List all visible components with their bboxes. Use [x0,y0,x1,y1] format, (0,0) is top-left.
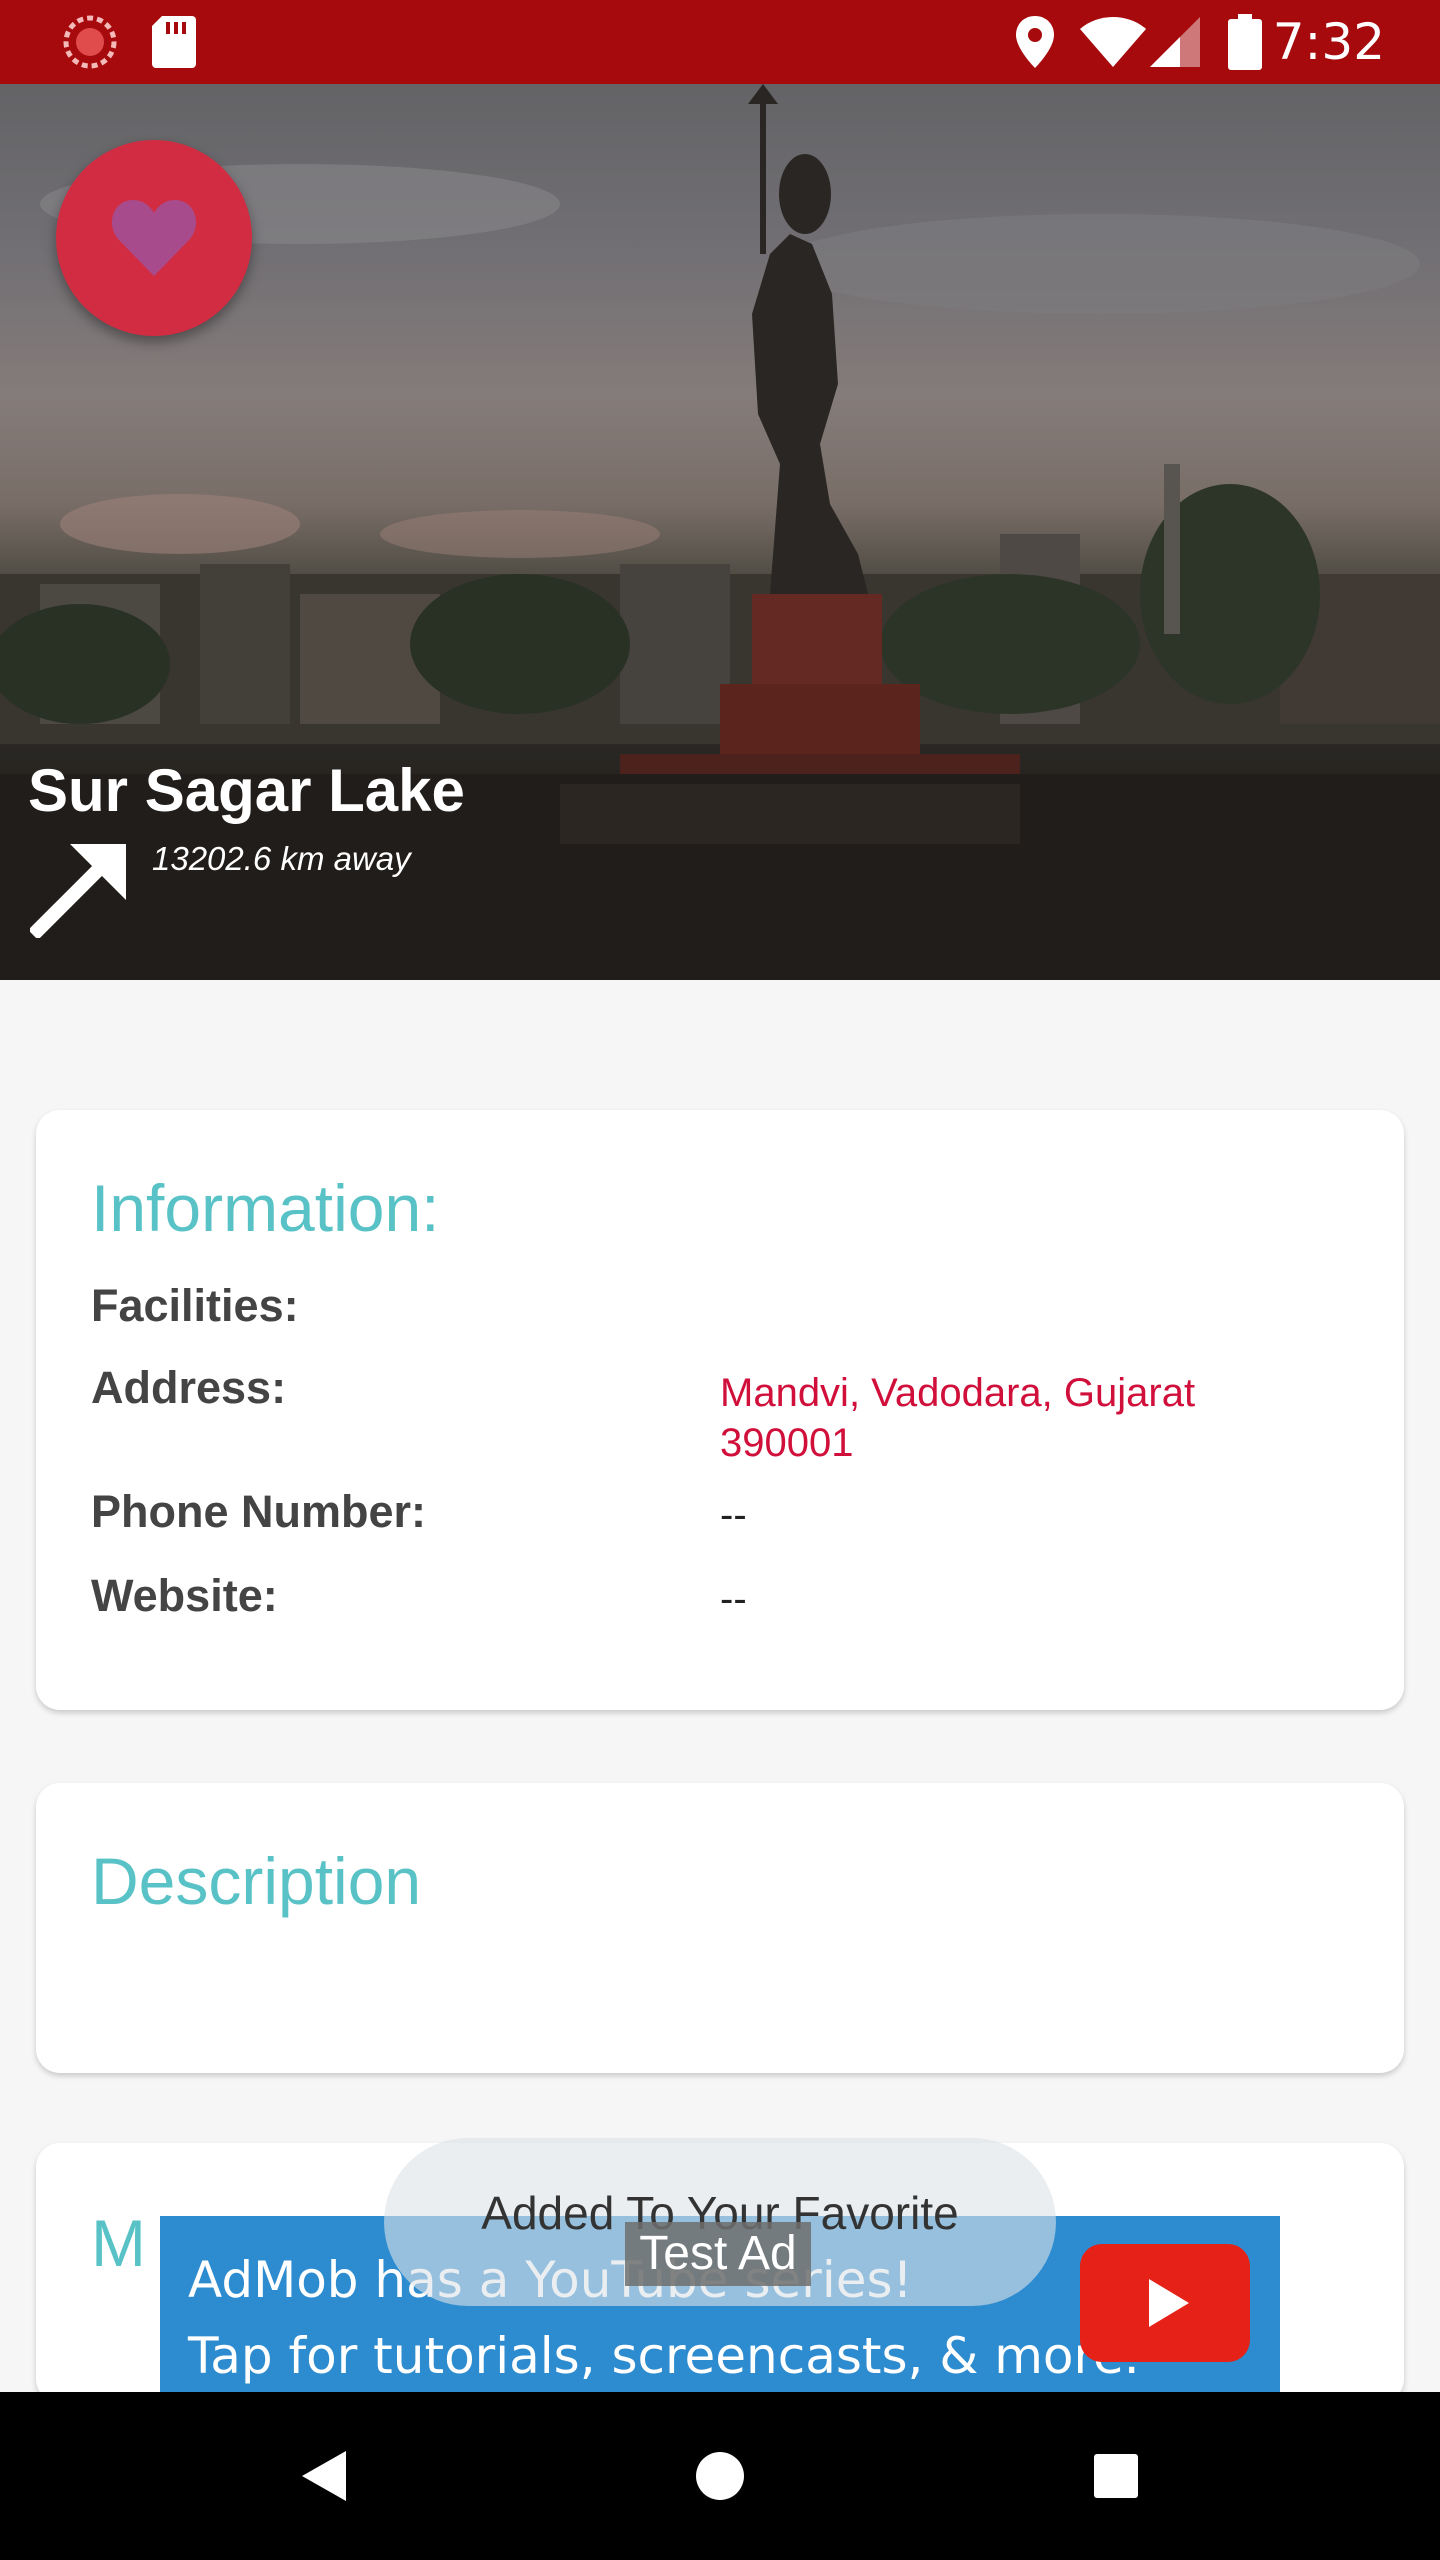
battery-icon [1228,0,1262,84]
heart-icon [111,200,197,276]
distance-label: 13202.6 km away [152,840,411,877]
recents-button[interactable] [1036,2392,1196,2560]
loading-icon [62,0,118,84]
test-ad-badge: Test Ad [625,2222,811,2286]
favorite-button[interactable] [56,140,252,336]
home-button[interactable] [640,2392,800,2560]
back-button[interactable] [244,2392,404,2560]
youtube-play-icon[interactable] [1080,2244,1250,2362]
arrow-up-right-icon[interactable] [30,834,134,938]
information-card: Information: Facilities: Address: Mandvi… [36,1110,1404,1710]
website-value[interactable]: -- [720,1574,747,1624]
clock: 7:32 [1272,13,1385,71]
address-value[interactable]: Mandvi, Vadodara, Gujarat 390001 [720,1368,1280,1468]
address-label: Address: [91,1362,287,1413]
wifi-icon [1080,0,1146,84]
phone-value[interactable]: -- [720,1490,747,1540]
place-title: Sur Sagar Lake [28,757,465,824]
sd-card-icon [152,0,196,84]
recents-icon [1094,2454,1138,2498]
navigation-bar [0,2392,1440,2560]
ad-line-2: Tap for tutorials, screencasts, & more. [188,2327,1140,2385]
back-icon [302,2451,346,2501]
information-heading: Information: [91,1171,440,1245]
screen: 7:32 Sur Sagar Lake 13202.6 km away Info… [0,0,1440,2560]
location-icon [1016,0,1054,84]
description-card: Description [36,1783,1404,2073]
description-heading: Description [91,1844,422,1918]
home-icon [696,2452,744,2500]
signal-icon [1150,0,1200,84]
facilities-label: Facilities: [91,1280,299,1331]
website-label: Website: [91,1570,278,1621]
hero-image: Sur Sagar Lake 13202.6 km away [0,84,1440,980]
phone-label: Phone Number: [91,1486,427,1537]
status-bar: 7:32 [0,0,1440,84]
map-card-heading: M [91,2206,146,2280]
